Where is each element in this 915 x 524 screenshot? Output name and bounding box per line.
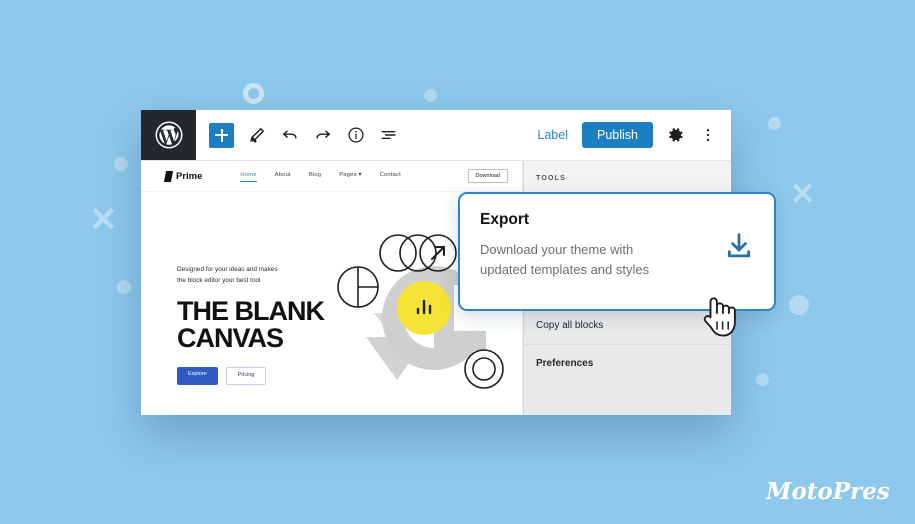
editor-toolbar: Label Publish: [141, 110, 731, 161]
decor-dot-5: [789, 295, 809, 315]
site-brand-label: Prime: [176, 170, 203, 182]
callout-description-line2: updated templates and styles: [480, 262, 650, 278]
list-view-icon[interactable]: [379, 125, 399, 145]
toolbar-right-group: Label Publish: [537, 110, 731, 160]
wordpress-icon[interactable]: [141, 110, 196, 160]
callout-description-line1: Download your theme with: [480, 242, 634, 257]
tools-heading: TOOLS: [524, 161, 731, 192]
decor-dot-4: [117, 280, 131, 294]
site-nav-links: Home About Blog Pages ▾ Contact: [240, 172, 401, 182]
site-nav-item-pages[interactable]: Pages ▾: [339, 172, 361, 180]
decor-x-right: ✕: [790, 178, 816, 211]
decor-dot-1: [424, 89, 437, 102]
pointing-hand-cursor: [697, 292, 739, 338]
callout-description: Download your theme with updated templat…: [480, 240, 695, 280]
site-brand[interactable]: Prime: [163, 170, 203, 182]
decor-x-left: ✕: [89, 201, 118, 239]
redo-icon[interactable]: [313, 125, 333, 145]
site-download-button[interactable]: Download: [467, 169, 508, 183]
site-nav-item-contact[interactable]: Contact: [380, 172, 401, 180]
hero-explore-button[interactable]: Explore: [177, 367, 218, 385]
more-options-icon[interactable]: [699, 126, 717, 144]
decor-dot-2: [768, 117, 781, 130]
add-block-icon[interactable]: [209, 122, 234, 148]
download-icon[interactable]: [723, 230, 755, 262]
label-link[interactable]: Label: [537, 128, 568, 142]
motopress-logo: MotoPress: [765, 474, 890, 508]
toolbar-left-group: [196, 110, 399, 160]
hero-pricing-button[interactable]: Pricing: [225, 367, 267, 385]
decor-dot-3: [114, 157, 128, 171]
motopress-logo-text: MotoPress: [765, 478, 890, 505]
decor-ring-top: [243, 83, 264, 104]
decor-dot-6: [756, 373, 769, 386]
undo-icon[interactable]: [280, 125, 300, 145]
info-icon[interactable]: [346, 125, 366, 145]
publish-button[interactable]: Publish: [582, 121, 653, 149]
tools-item-preferences[interactable]: Preferences: [524, 344, 731, 382]
gear-icon[interactable]: [667, 126, 685, 144]
edit-pencil-icon[interactable]: [247, 125, 267, 145]
site-nav-item-blog[interactable]: Blog: [309, 172, 321, 180]
callout-title: Export: [480, 211, 530, 228]
site-nav-item-home[interactable]: Home: [240, 172, 257, 182]
site-nav-item-about[interactable]: About: [275, 172, 291, 180]
brand-mark-icon: [163, 170, 174, 182]
site-navigation: Prime Home About Blog Pages ▾ Contact Do…: [141, 161, 522, 192]
